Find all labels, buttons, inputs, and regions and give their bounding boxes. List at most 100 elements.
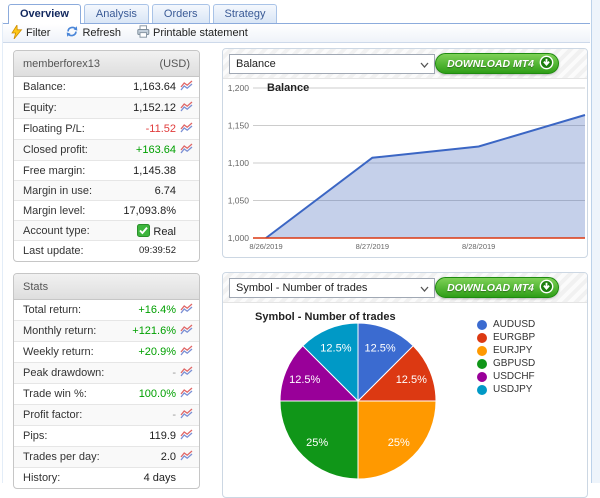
printable-statement-label: Printable statement <box>153 27 248 39</box>
pie-metric-select[interactable]: Symbol - Number of trades <box>229 278 435 298</box>
pie-chart-toolbar: Symbol - Number of trades DOWNLOAD MT4 <box>223 273 587 303</box>
tab-orders[interactable]: Orders <box>152 4 210 23</box>
mini-chart-icon[interactable] <box>180 427 193 444</box>
row-label: Free margin: <box>14 161 110 181</box>
table-row: Monthly return:+121.6% <box>14 321 199 342</box>
refresh-button[interactable]: Refresh <box>65 25 121 41</box>
printer-icon <box>136 25 150 41</box>
legend-color-dot <box>477 359 487 369</box>
legend-item-GBPUSD[interactable]: GBPUSD <box>477 357 535 370</box>
row-value: +163.64 <box>110 140 177 161</box>
table-row: Total return:+16.4% <box>14 300 199 321</box>
table-row: Weekly return:+20.9% <box>14 342 199 363</box>
mini-chart-icon[interactable] <box>180 78 193 95</box>
balance-area-chart: 1,0001,0501,1001,1501,2008/26/20198/27/2… <box>223 79 587 257</box>
row-label: History: <box>14 468 123 488</box>
mini-chart-icon[interactable] <box>180 120 193 137</box>
table-row: Balance:1,163.64 <box>14 77 199 98</box>
legend-color-dot <box>477 333 487 343</box>
legend-item-USDCHF[interactable]: USDCHF <box>477 370 535 383</box>
legend-item-USDJPY[interactable]: USDJPY <box>477 383 535 396</box>
mini-chart-icon[interactable] <box>180 448 193 465</box>
mini-chart-icon[interactable] <box>180 322 193 339</box>
table-row: Account type:Real <box>14 221 199 241</box>
row-value: +20.9% <box>123 342 177 363</box>
symbol-trades-chart-panel: Symbol - Number of trades DOWNLOAD MT4 S… <box>222 272 588 498</box>
download-mt4-button[interactable]: DOWNLOAD MT4 <box>435 277 559 298</box>
tab-overview[interactable]: Overview <box>8 4 81 24</box>
download-mt4-label: DOWNLOAD MT4 <box>447 58 534 70</box>
legend-label: EURGBP <box>493 332 535 343</box>
table-row: History:4 days <box>14 468 199 488</box>
legend-item-AUDUSD[interactable]: AUDUSD <box>477 318 535 331</box>
account-summary-panel: memberforex13 (USD) Balance:1,163.64Equi… <box>13 50 200 262</box>
row-icon-cell <box>177 447 199 468</box>
svg-text:1,000: 1,000 <box>228 233 250 243</box>
balance-chart-panel: Balance DOWNLOAD MT4 Balance 1,000 1,050 1… <box>222 48 588 258</box>
legend-label: EURJPY <box>493 345 532 356</box>
svg-text:1,050: 1,050 <box>228 196 250 206</box>
row-label: Pips: <box>14 426 123 447</box>
row-value: +121.6% <box>123 321 177 342</box>
row-value: 100.0% <box>123 384 177 405</box>
row-icon-cell <box>177 181 199 201</box>
stats-panel: Stats Total return:+16.4%Monthly return:… <box>13 273 200 489</box>
mini-chart-icon[interactable] <box>180 406 193 423</box>
row-value: 2.0 <box>123 447 177 468</box>
mini-chart-icon[interactable] <box>180 364 193 381</box>
row-value: Real <box>110 221 177 241</box>
tab-bar: OverviewAnalysisOrdersStrategy <box>3 2 590 24</box>
page-left-edge <box>2 22 3 483</box>
tab-analysis[interactable]: Analysis <box>84 4 149 23</box>
table-row: Trade win %:100.0% <box>14 384 199 405</box>
stats-title: Stats <box>23 281 48 293</box>
table-row: Free margin:1,145.38 <box>14 161 199 181</box>
row-value: 4 days <box>123 468 177 488</box>
row-label: Margin level: <box>14 201 110 221</box>
balance-chart-toolbar: Balance DOWNLOAD MT4 <box>223 49 587 79</box>
tab-strategy[interactable]: Strategy <box>213 4 278 23</box>
row-icon-cell <box>177 161 199 181</box>
row-label: Weekly return: <box>14 342 123 363</box>
row-icon-cell <box>177 119 199 140</box>
row-value: 1,163.64 <box>110 77 177 98</box>
stats-panel-header: Stats <box>14 274 199 300</box>
refresh-label: Refresh <box>82 27 121 39</box>
mini-chart-icon[interactable] <box>180 343 193 360</box>
row-value: 6.74 <box>110 181 177 201</box>
svg-text:1,200: 1,200 <box>228 83 250 93</box>
page-right-gutter <box>591 0 600 483</box>
download-mt4-button[interactable]: DOWNLOAD MT4 <box>435 53 559 74</box>
pie-slice-label: 25% <box>388 437 410 449</box>
row-label: Peak drawdown: <box>14 363 123 384</box>
mini-chart-icon[interactable] <box>180 301 193 318</box>
balance-metric-select[interactable]: Balance <box>229 54 435 74</box>
balance-metric-selected-value: Balance <box>236 58 276 70</box>
table-row: Margin level:17,093.8% <box>14 201 199 221</box>
filter-button[interactable]: Filter <box>10 25 50 42</box>
download-arrow-icon <box>539 279 554 297</box>
table-row: Floating P/L:-11.52 <box>14 119 199 140</box>
row-icon-cell <box>177 342 199 363</box>
download-arrow-icon <box>539 55 554 73</box>
row-icon-cell <box>177 140 199 161</box>
pie-slice-label: 12.5% <box>289 374 320 386</box>
legend-item-EURJPY[interactable]: EURJPY <box>477 344 535 357</box>
svg-text:1,150: 1,150 <box>228 121 250 131</box>
row-label: Monthly return: <box>14 321 123 342</box>
row-label: Floating P/L: <box>14 119 110 140</box>
row-value: 1,152.12 <box>110 98 177 119</box>
filter-label: Filter <box>26 27 50 39</box>
legend-label: AUDUSD <box>493 319 535 330</box>
real-account-check-icon <box>137 226 153 238</box>
row-icon-cell <box>177 363 199 384</box>
mini-chart-icon[interactable] <box>180 99 193 116</box>
legend-item-EURGBP[interactable]: EURGBP <box>477 331 535 344</box>
printable-statement-button[interactable]: Printable statement <box>136 25 248 41</box>
row-value: 1,145.38 <box>110 161 177 181</box>
mini-chart-icon[interactable] <box>180 141 193 158</box>
svg-text:8/26/2019: 8/26/2019 <box>249 242 282 251</box>
mini-chart-icon[interactable] <box>180 385 193 402</box>
row-label: Margin in use: <box>14 181 110 201</box>
row-label: Trades per day: <box>14 447 123 468</box>
